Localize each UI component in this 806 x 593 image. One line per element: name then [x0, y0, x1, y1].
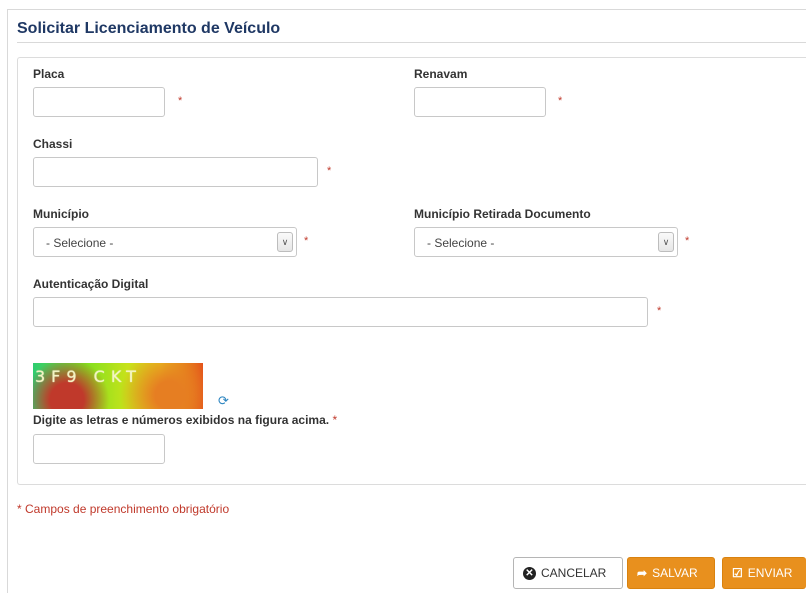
chassi-label: Chassi [33, 137, 73, 151]
cancel-button[interactable]: ✕ CANCELAR [513, 557, 623, 589]
autenticacao-input[interactable] [33, 297, 648, 327]
captcha-prompt: Digite as letras e números exibidos na f… [33, 413, 337, 427]
chassi-required-marker: * [327, 165, 332, 177]
title-divider [17, 42, 806, 43]
captcha-input[interactable] [33, 434, 165, 464]
save-share-icon: ➦ [637, 566, 648, 580]
municipio-required-marker: * [304, 235, 309, 247]
municipio-select-value: - Selecione - [46, 236, 114, 250]
municipio-select[interactable]: - Selecione - ∨ [33, 227, 297, 257]
send-button-label: ENVIAR [747, 566, 793, 580]
municipio-retirada-label: Município Retirada Documento [414, 207, 591, 221]
autenticacao-label: Autenticação Digital [33, 277, 149, 291]
page-title: Solicitar Licenciamento de Veículo [17, 20, 281, 37]
municipio-label: Município [33, 207, 89, 221]
captcha-prompt-text: Digite as letras e números exibidos na f… [33, 413, 330, 427]
save-button-label: SALVAR [652, 566, 698, 580]
required-fields-note: * Campos de preenchimento obrigatório [17, 502, 230, 516]
check-square-icon: ☑ [732, 566, 743, 580]
municipio-retirada-select-value: - Selecione - [427, 236, 495, 250]
chevron-down-icon: ∨ [277, 232, 293, 252]
renavam-input[interactable] [414, 87, 546, 117]
placa-label: Placa [33, 67, 65, 81]
placa-required-marker: * [178, 95, 183, 107]
save-button[interactable]: ➦ SALVAR [627, 557, 715, 589]
municipio-retirada-required-marker: * [685, 235, 690, 247]
captcha-required-marker: * [332, 413, 338, 427]
send-button[interactable]: ☑ ENVIAR [722, 557, 806, 589]
autenticacao-required-marker: * [657, 305, 662, 317]
refresh-icon[interactable]: ⟳ [218, 393, 229, 409]
cancel-button-label: CANCELAR [541, 566, 607, 580]
chassi-input[interactable] [33, 157, 318, 187]
captcha-image: 3F9 CKT [33, 363, 203, 409]
municipio-retirada-select[interactable]: - Selecione - ∨ [414, 227, 678, 257]
placa-input[interactable] [33, 87, 165, 117]
chevron-down-icon: ∨ [658, 232, 674, 252]
close-circle-icon: ✕ [523, 566, 536, 580]
renavam-label: Renavam [414, 67, 468, 81]
captcha-image-text: 3F9 CKT [35, 367, 142, 386]
renavam-required-marker: * [558, 95, 563, 107]
